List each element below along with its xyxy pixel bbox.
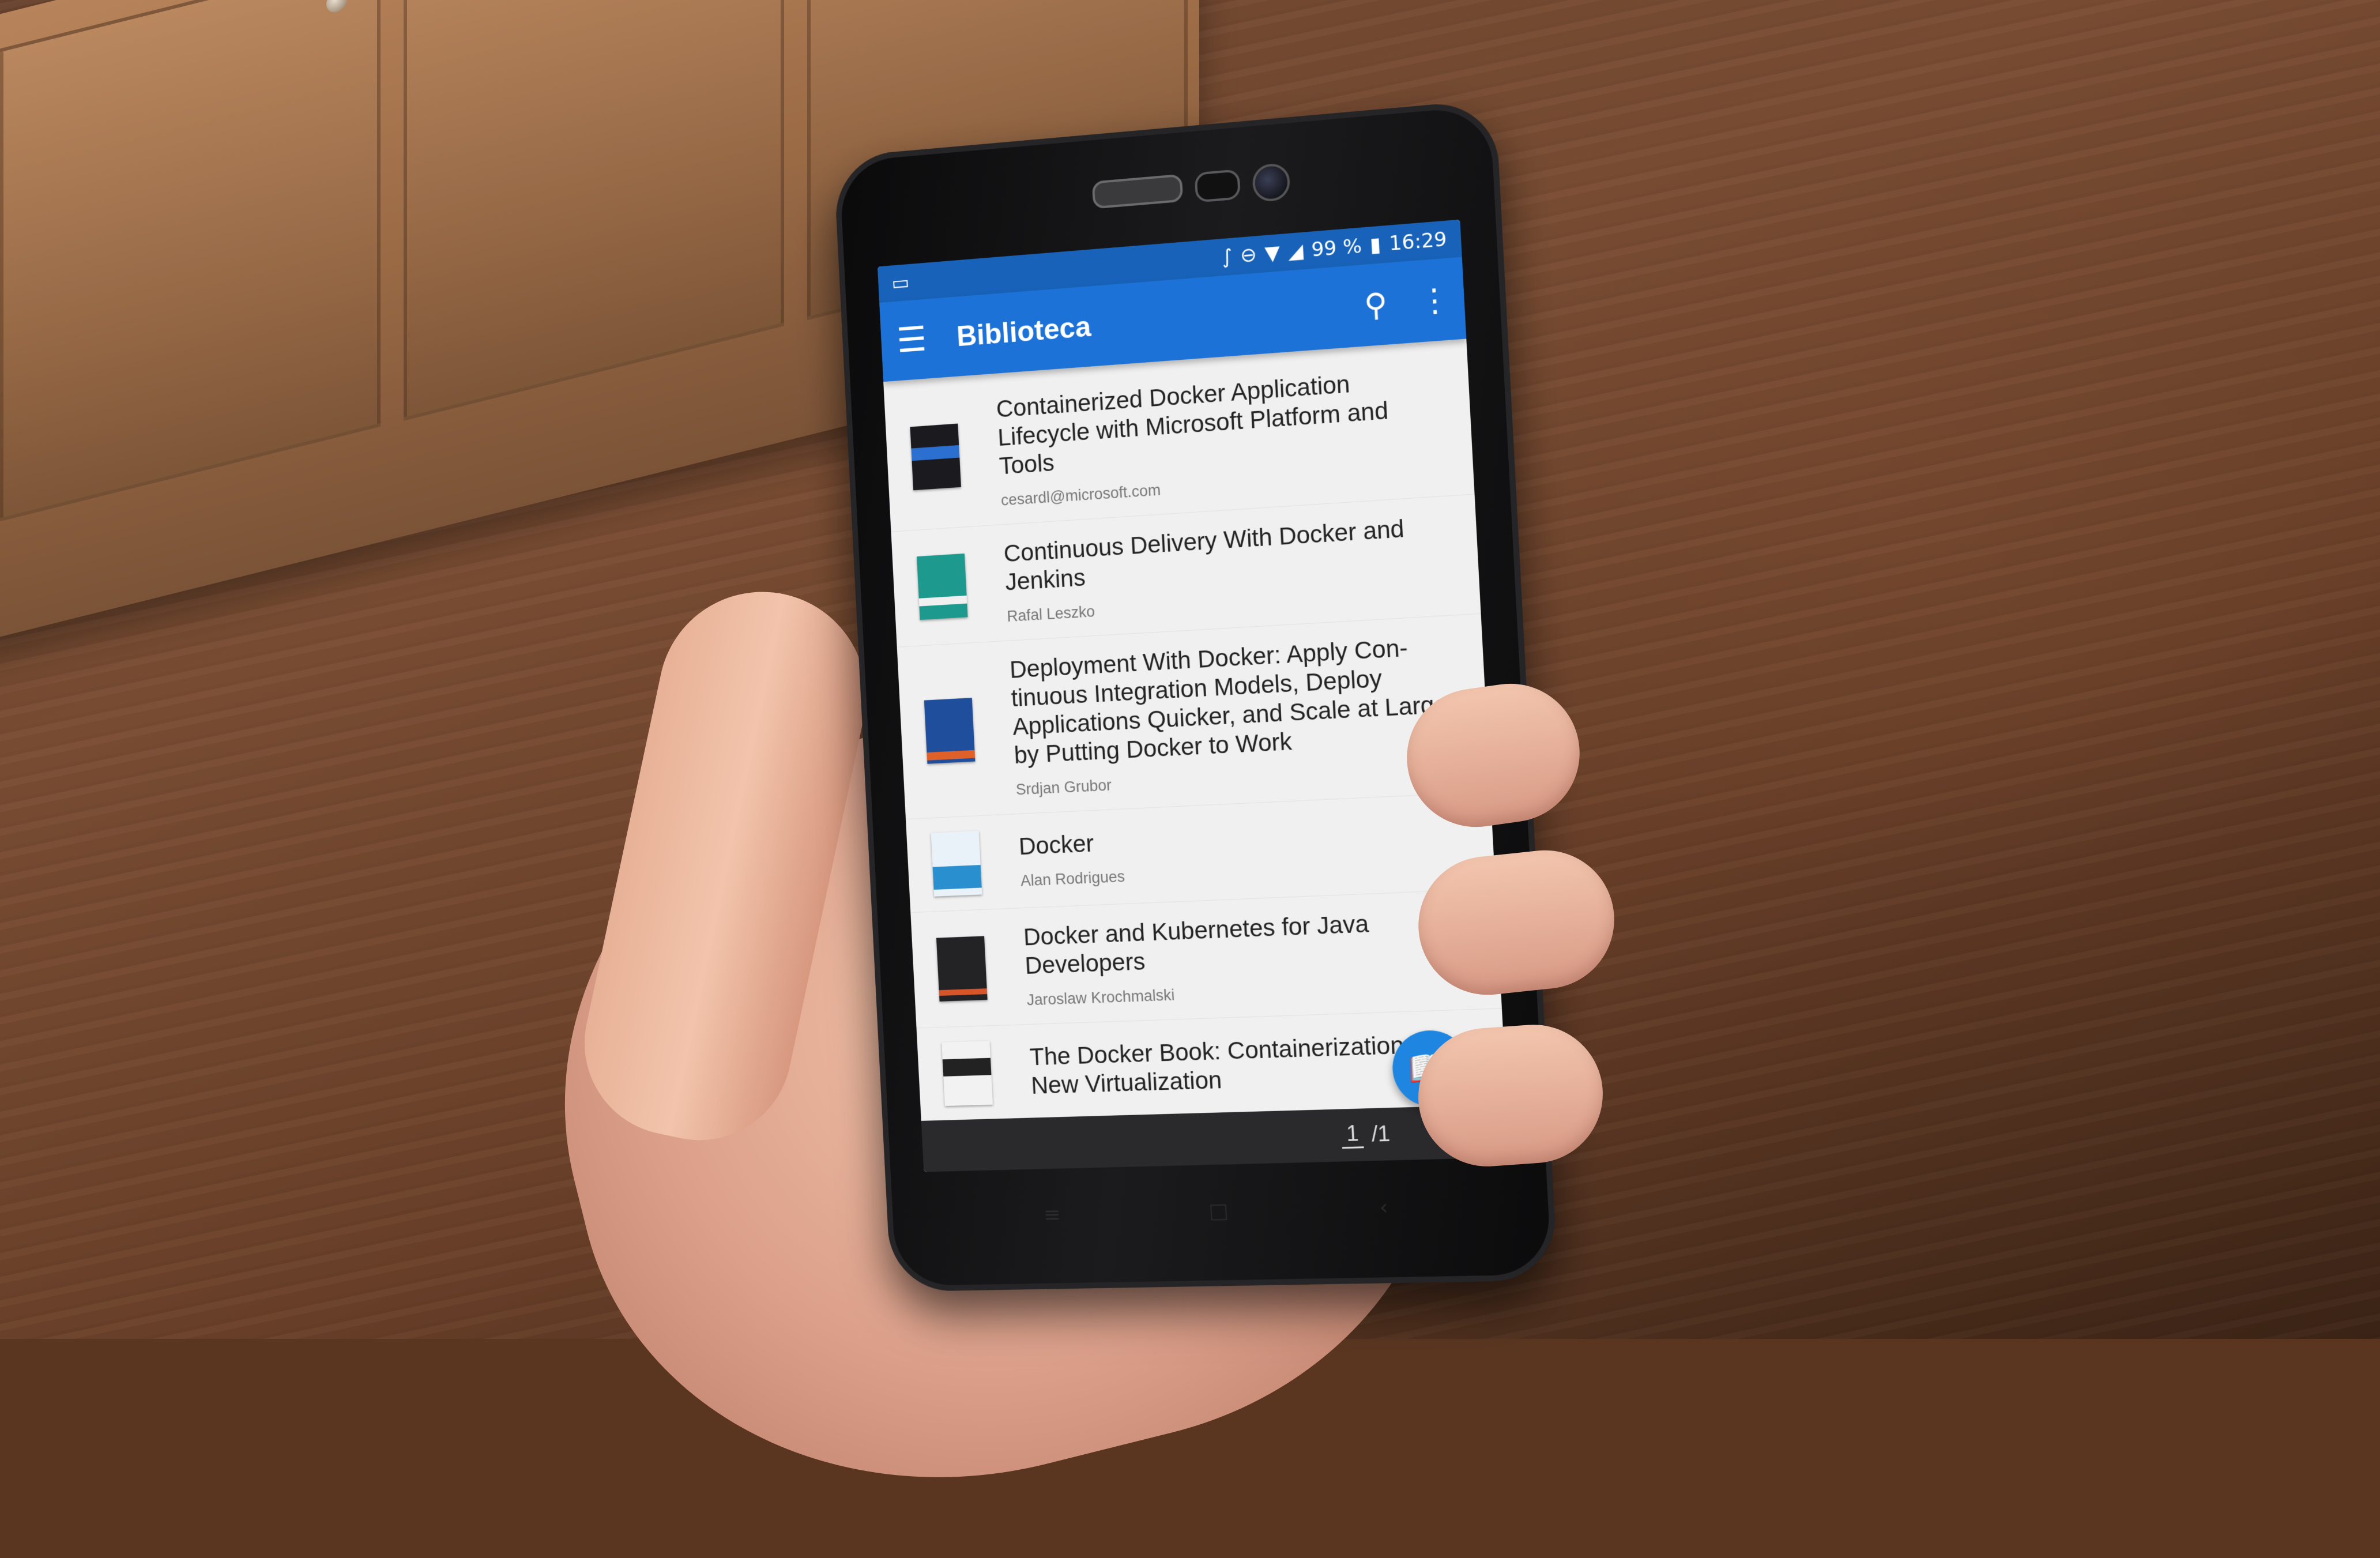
book-author: Jaroslaw Krochmalski (1026, 975, 1483, 1009)
cabinet-door (404, 0, 784, 421)
book-cover (942, 1041, 993, 1106)
cover-band (911, 445, 959, 460)
do-not-disturb-icon: ⊖ (1240, 243, 1257, 267)
list-item[interactable]: Deployment With Docker: Apply Con-tinuou… (897, 614, 1490, 819)
book-title: Docker and Kubernetes for Java Developer… (1023, 905, 1482, 980)
bluetooth-icon: ∫ (1222, 245, 1233, 269)
book-author: Alan Rodrigues (1020, 852, 1477, 890)
proximity-sensor (1195, 169, 1241, 202)
book-title: Continuous Delivery With Docker and Jenk… (1003, 511, 1461, 597)
cabinet-knob (326, 0, 347, 14)
battery-icon: ▮ (1369, 233, 1381, 257)
book-cover (931, 831, 982, 897)
cover-band (919, 595, 967, 606)
battery-percent: 99 % (1310, 235, 1362, 262)
laptop-icon: ▭ (891, 271, 910, 295)
signal-icon: ◢ (1287, 239, 1304, 264)
cover-band (943, 1058, 992, 1077)
book-cover (936, 936, 988, 1002)
book-cover (910, 423, 961, 490)
page-title: Biblioteca (942, 290, 1347, 354)
menu-key-icon[interactable]: ≡ (1043, 1203, 1061, 1226)
phone-screen: ▭ ∫ ⊖ ▼ ◢ 99 % ▮ 16:29 ☰ Biblioteca ⚲ ⋮ (878, 220, 1510, 1172)
book-cover (917, 553, 968, 619)
page-current[interactable]: 1 (1341, 1122, 1364, 1149)
page-total: /1 (1371, 1122, 1391, 1147)
back-key-icon[interactable]: ‹ (1379, 1195, 1389, 1220)
book-title: Containerized Docker Application Lifecyc… (996, 362, 1455, 480)
front-camera (1252, 163, 1291, 203)
list-item[interactable]: Docker and Kubernetes for Java Developer… (910, 889, 1502, 1029)
hardware-nav-keys: ≡ □ ‹ (969, 1182, 1466, 1239)
book-title: Docker (1018, 811, 1475, 860)
cabinet-door (0, 0, 381, 521)
wifi-icon: ▼ (1264, 241, 1281, 265)
cover-band (927, 750, 975, 760)
hamburger-menu-icon[interactable]: ☰ (880, 318, 943, 362)
more-vertical-icon[interactable]: ⋮ (1404, 280, 1466, 321)
book-title: Deployment With Docker: Apply Con-tinuou… (1009, 630, 1470, 770)
home-key-icon[interactable]: □ (1208, 1199, 1229, 1223)
earpiece-speaker (1092, 174, 1183, 209)
search-icon[interactable]: ⚲ (1346, 284, 1406, 325)
book-cover (924, 698, 976, 764)
cover-band (939, 988, 988, 996)
status-time: 16:29 (1388, 228, 1447, 255)
cover-band (933, 865, 982, 890)
